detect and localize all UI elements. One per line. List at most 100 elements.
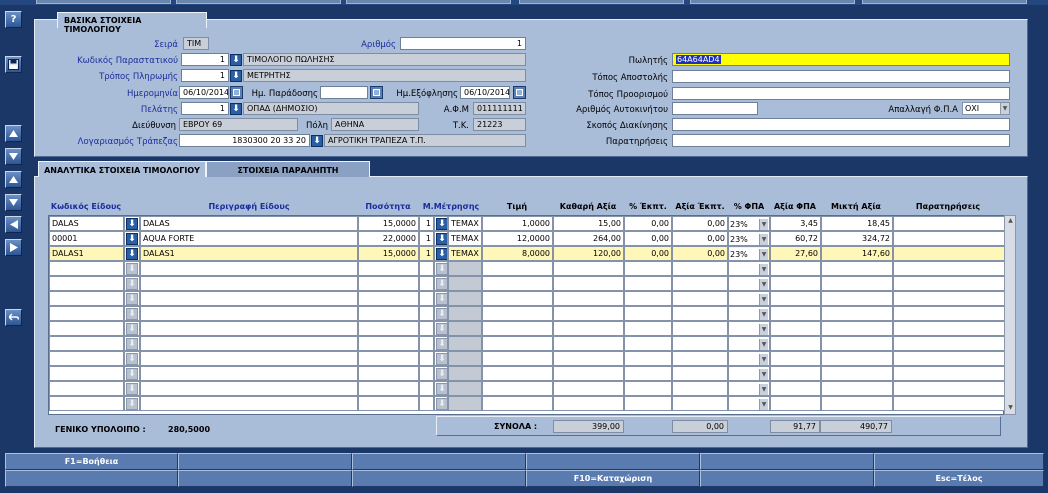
cell-unit[interactable]: [448, 351, 482, 366]
cell-gross[interactable]: [821, 291, 893, 306]
cell-disc-val[interactable]: [672, 261, 728, 276]
lookup-icon[interactable]: ⬇: [126, 323, 138, 335]
cell-desc[interactable]: DALAS1: [140, 246, 358, 261]
cell-unit-no[interactable]: [419, 321, 434, 336]
cell-disc-pct[interactable]: [624, 276, 672, 291]
vat-pct-select[interactable]: ▼: [728, 396, 770, 411]
cell-disc-pct[interactable]: [624, 261, 672, 276]
cell-net[interactable]: 120,00: [553, 246, 624, 261]
cell-unit-no[interactable]: [419, 261, 434, 276]
tropos-lookup-button[interactable]: ⬇: [230, 70, 242, 82]
cell-code[interactable]: 00001: [49, 231, 124, 246]
lookup-cell[interactable]: ⬇: [124, 231, 140, 246]
cell-disc-pct[interactable]: 0,00: [624, 246, 672, 261]
cell-disc-val[interactable]: [672, 291, 728, 306]
lookup-cell[interactable]: ⬇: [434, 366, 448, 381]
cell-unit-no[interactable]: [419, 336, 434, 351]
cell-unit-no[interactable]: [419, 366, 434, 381]
cell-gross[interactable]: [821, 366, 893, 381]
cell-unit[interactable]: [448, 261, 482, 276]
cell-vat-val[interactable]: [770, 396, 821, 411]
cell-unit-no[interactable]: [419, 276, 434, 291]
cell-notes[interactable]: [893, 321, 1005, 336]
esc-exit-button[interactable]: Esc=Τέλος: [874, 470, 1044, 487]
date-calendar-button[interactable]: [230, 86, 243, 99]
top-tab-6[interactable]: [862, 0, 1027, 4]
cell-code[interactable]: [49, 261, 124, 276]
cell-code[interactable]: [49, 366, 124, 381]
cell-gross[interactable]: [821, 276, 893, 291]
lookup-cell[interactable]: ⬇: [434, 396, 448, 411]
grid-scrollbar[interactable]: ▲ ▼: [1004, 215, 1016, 415]
cell-disc-val[interactable]: [672, 306, 728, 321]
cell-vat-val[interactable]: [770, 291, 821, 306]
cell-disc-pct[interactable]: [624, 336, 672, 351]
lookup-icon[interactable]: ⬇: [126, 383, 138, 395]
cell-notes[interactable]: [893, 306, 1005, 321]
cell-gross[interactable]: [821, 396, 893, 411]
cell-net[interactable]: [553, 261, 624, 276]
fkey-slot-7[interactable]: [5, 470, 178, 487]
cell-price[interactable]: [482, 396, 553, 411]
cell-qty[interactable]: [358, 306, 419, 321]
cell-vat-val[interactable]: [770, 306, 821, 321]
cell-code[interactable]: [49, 321, 124, 336]
cell-code[interactable]: [49, 276, 124, 291]
cell-desc[interactable]: [140, 321, 358, 336]
cell-unit-no[interactable]: 1: [419, 246, 434, 261]
lookup-cell[interactable]: ⬇: [434, 351, 448, 366]
lookup-cell[interactable]: ⬇: [124, 291, 140, 306]
vat-pct-select[interactable]: ▼: [728, 366, 770, 381]
lookup-icon[interactable]: ⬇: [436, 338, 447, 350]
lookup-icon[interactable]: ⬇: [126, 233, 138, 245]
tropos-field[interactable]: 1: [181, 69, 229, 82]
fkey-slot-3[interactable]: [352, 453, 526, 470]
cell-net[interactable]: [553, 291, 624, 306]
cell-unit[interactable]: [448, 306, 482, 321]
cell-disc-pct[interactable]: [624, 396, 672, 411]
cell-desc[interactable]: [140, 291, 358, 306]
vat-pct-select[interactable]: ▼: [728, 306, 770, 321]
topos-proorismou-field[interactable]: [672, 87, 1010, 100]
cell-notes[interactable]: [893, 231, 1005, 246]
vat-pct-select[interactable]: ▼: [728, 351, 770, 366]
top-tab-4[interactable]: [519, 0, 684, 4]
lookup-icon[interactable]: ⬇: [436, 278, 447, 290]
lookup-cell[interactable]: ⬇: [124, 261, 140, 276]
cell-unit-no[interactable]: [419, 396, 434, 411]
cell-unit[interactable]: [448, 291, 482, 306]
tab-paraliptis[interactable]: ΣΤΟΙΧΕΙΑ ΠΑΡΑΛΗΠΤΗ: [206, 161, 370, 177]
lookup-icon[interactable]: ⬇: [436, 218, 447, 230]
cell-price[interactable]: [482, 261, 553, 276]
cell-unit[interactable]: [448, 336, 482, 351]
cell-net[interactable]: [553, 306, 624, 321]
cell-code[interactable]: [49, 351, 124, 366]
fkey-slot-6[interactable]: [874, 453, 1044, 470]
cell-desc[interactable]: [140, 276, 358, 291]
cell-qty[interactable]: [358, 276, 419, 291]
cell-qty[interactable]: [358, 336, 419, 351]
lookup-cell[interactable]: ⬇: [124, 396, 140, 411]
cell-disc-pct[interactable]: [624, 291, 672, 306]
top-tab-3[interactable]: [346, 0, 511, 4]
cell-gross[interactable]: 147,60: [821, 246, 893, 261]
lookup-icon[interactable]: ⬇: [126, 278, 138, 290]
lookup-icon[interactable]: ⬇: [126, 338, 138, 350]
cell-gross[interactable]: 18,45: [821, 216, 893, 231]
cell-gross[interactable]: [821, 381, 893, 396]
top-tab-2[interactable]: [176, 0, 341, 4]
cell-disc-val[interactable]: [672, 336, 728, 351]
date-field[interactable]: 06/10/2014: [179, 86, 229, 99]
lookup-icon[interactable]: ⬇: [126, 263, 138, 275]
lookup-icon[interactable]: ⬇: [436, 248, 447, 260]
cell-qty[interactable]: [358, 321, 419, 336]
kodikos-lookup-button[interactable]: ⬇: [230, 54, 242, 66]
trapeza-lookup-button[interactable]: ⬇: [311, 135, 323, 147]
lookup-icon[interactable]: ⬇: [436, 263, 447, 275]
cell-desc[interactable]: [140, 261, 358, 276]
cell-unit-no[interactable]: [419, 381, 434, 396]
cell-disc-val[interactable]: 0,00: [672, 216, 728, 231]
lookup-cell[interactable]: ⬇: [124, 381, 140, 396]
cell-disc-val[interactable]: 0,00: [672, 231, 728, 246]
lookup-icon[interactable]: ⬇: [436, 308, 447, 320]
